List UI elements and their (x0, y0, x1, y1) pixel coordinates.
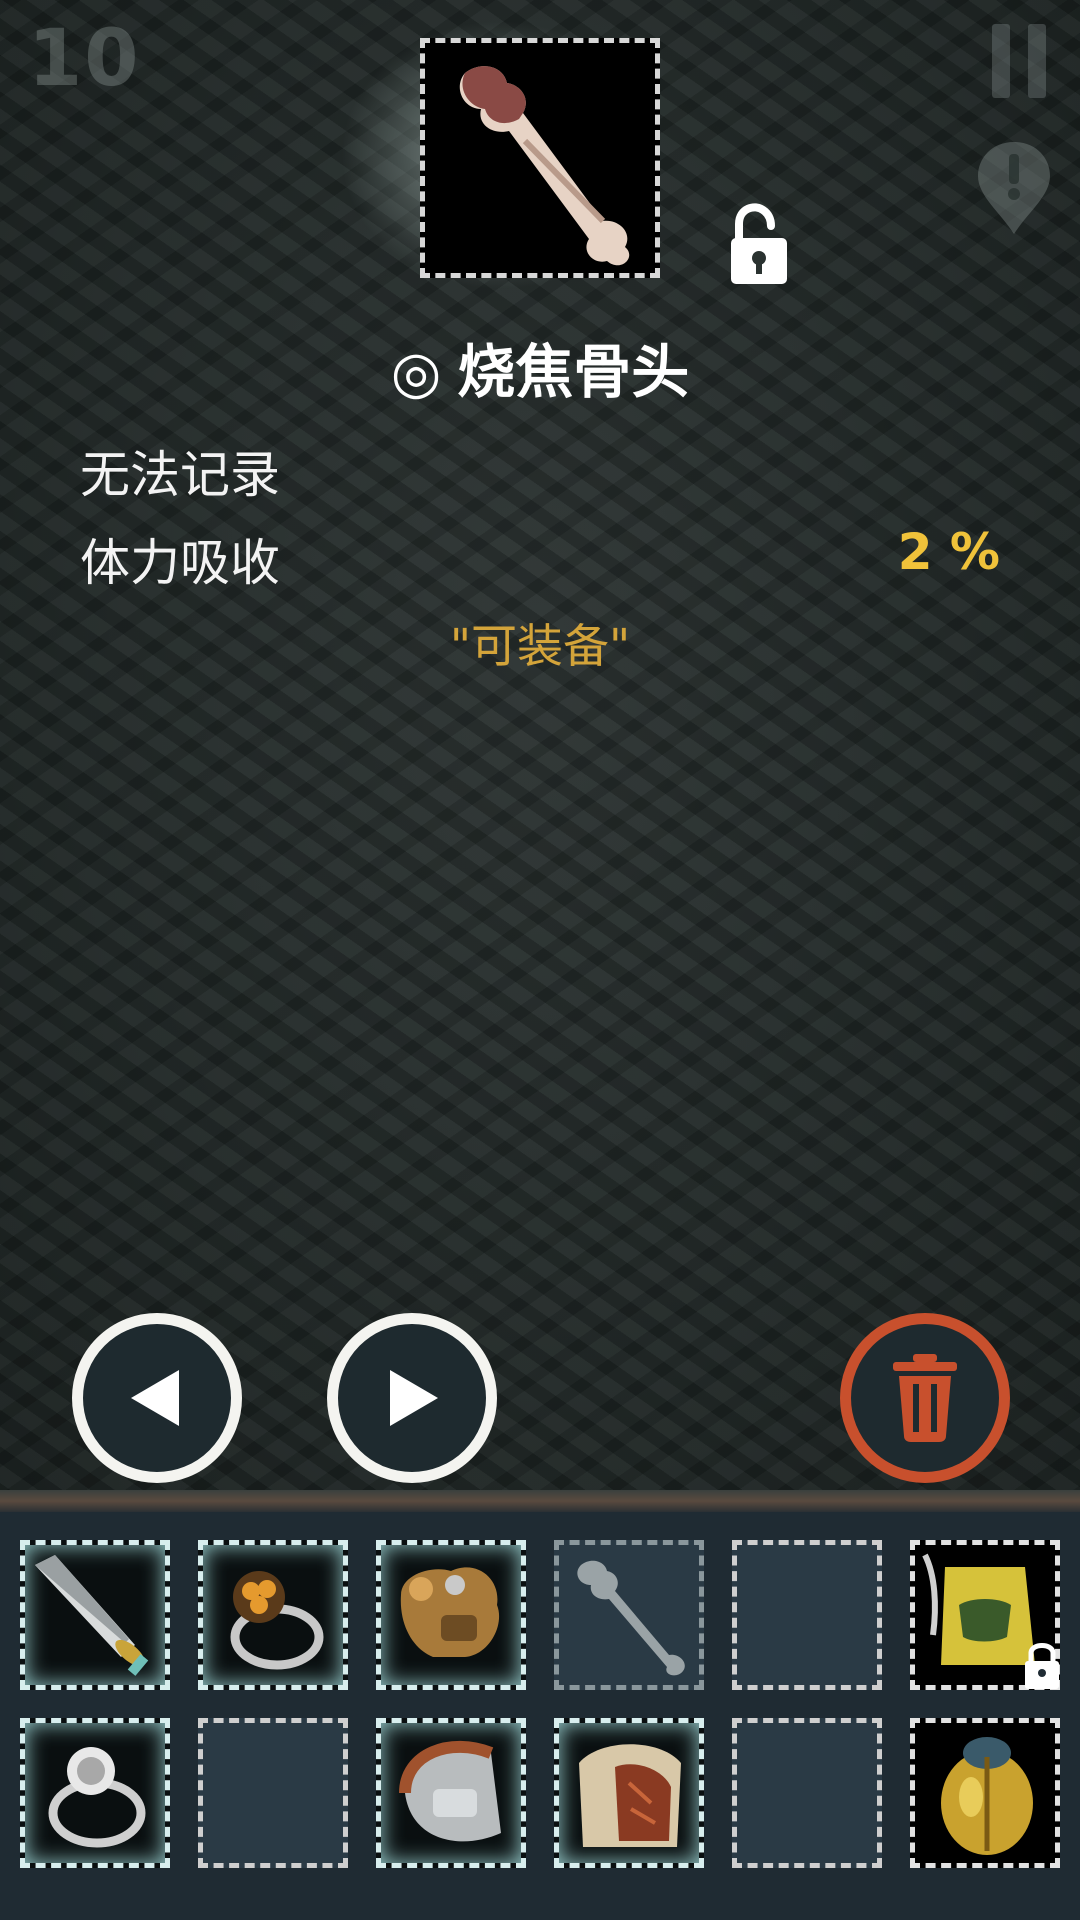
silver-ring-icon (48, 1747, 146, 1848)
sword-icon (35, 1555, 149, 1676)
charred-bone-icon (459, 66, 630, 266)
alert-marker-icon[interactable] (974, 138, 1054, 238)
inventory-slot-bracer[interactable] (376, 1718, 526, 1868)
inventory-slot-gauntlet[interactable] (376, 1540, 526, 1690)
inventory-slot-bone-selected[interactable] (554, 1540, 704, 1690)
equippable-note: "可装备" (449, 619, 631, 673)
inventory-slot-sword[interactable] (20, 1540, 170, 1690)
golden-scarab-icon (941, 1737, 1033, 1855)
inventory-slot-gem-ring[interactable] (198, 1540, 348, 1690)
stat-value-stamina-absorb: 2 % (897, 523, 1000, 581)
stat-label-stamina-absorb: 体力吸收 (80, 534, 280, 592)
item-name: 烧焦骨头 (457, 338, 690, 406)
pause-icon[interactable] (992, 24, 1046, 98)
delete-item-button[interactable] (840, 1313, 1010, 1483)
gem-ring-icon (230, 1571, 324, 1670)
inventory-slot-empty[interactable] (732, 1540, 882, 1690)
inventory-slot-empty[interactable] (198, 1718, 348, 1868)
inventory-panel (0, 1512, 1080, 1920)
quality-mark-icon: ◎ (390, 338, 442, 406)
inventory-slot-empty[interactable] (732, 1718, 882, 1868)
inventory-slot-locked-armor[interactable] (910, 1540, 1060, 1690)
item-title: ◎ 烧焦骨头 (0, 325, 1080, 409)
panel-divider (0, 1490, 1080, 1512)
inventory-slot-scarab[interactable] (910, 1718, 1060, 1868)
item-preview (420, 38, 660, 278)
inventory-slot-silver-ring[interactable] (20, 1718, 170, 1868)
trash-icon (893, 1354, 957, 1442)
slot-lock-icon (1021, 1639, 1063, 1691)
next-item-button[interactable] (327, 1313, 497, 1483)
level-indicator: 10 (28, 14, 141, 104)
stat-label-unrecordable: 无法记录 (80, 446, 280, 504)
inventory-slot-leather-armor[interactable] (554, 1718, 704, 1868)
previous-item-button[interactable] (72, 1313, 242, 1483)
golden-gauntlet-icon (400, 1567, 500, 1657)
unlocked-padlock-icon[interactable] (725, 200, 795, 290)
bone-icon (577, 1560, 685, 1676)
arrow-left-icon (131, 1370, 179, 1426)
steel-bracer-icon (399, 1740, 501, 1842)
leather-armor-icon (579, 1744, 681, 1847)
arrow-right-icon (390, 1370, 438, 1426)
